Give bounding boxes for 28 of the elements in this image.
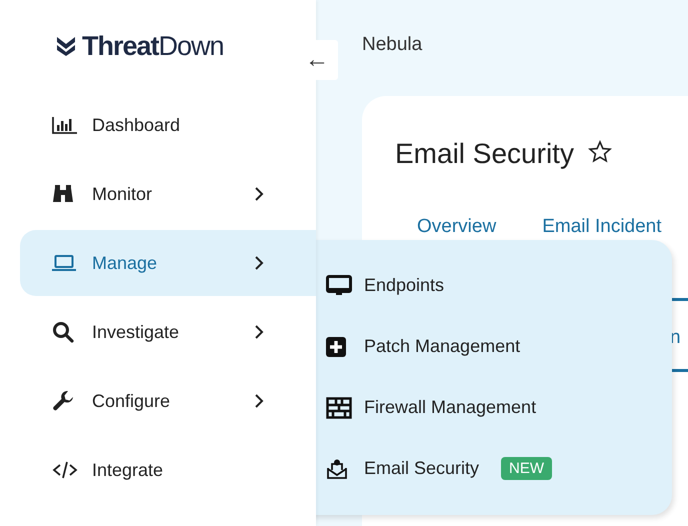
monitor-icon <box>326 274 352 296</box>
sidebar-item[interactable]: Investigate <box>20 299 316 365</box>
sidebar-item[interactable]: Manage <box>20 230 316 296</box>
submenu-item[interactable]: Endpoints <box>326 255 444 316</box>
bar-chart-icon <box>52 115 78 135</box>
tab[interactable]: Email Incident <box>542 216 662 238</box>
binoculars-icon <box>52 183 74 205</box>
plus-square-icon <box>326 336 346 356</box>
submenu-item[interactable]: Firewall Management <box>326 377 536 438</box>
logo-icon <box>56 36 76 56</box>
code-icon <box>52 461 78 479</box>
brick-wall-icon <box>326 396 352 418</box>
tab[interactable]: Overview <box>417 216 496 238</box>
page-title: Email Security <box>395 138 574 170</box>
submenu-item[interactable]: Patch Management <box>326 316 520 377</box>
breadcrumb: Nebula <box>362 34 424 57</box>
search-icon <box>52 321 74 343</box>
sidebar-item[interactable]: Dashboard <box>20 92 316 158</box>
sidebar-item[interactable]: Configure <box>20 368 316 434</box>
laptop-icon <box>52 254 76 272</box>
wrench-icon <box>52 390 74 412</box>
submenu-item[interactable]: Email Security NEW <box>326 438 552 499</box>
sidebar-item[interactable]: Integrate <box>20 437 316 503</box>
star-icon[interactable] <box>588 140 612 164</box>
logo-text: ThreatDown <box>82 30 224 62</box>
envelope-icon <box>326 458 348 480</box>
sidebar-item[interactable]: Monitor <box>20 161 316 227</box>
new-badge: NEW <box>501 457 552 480</box>
